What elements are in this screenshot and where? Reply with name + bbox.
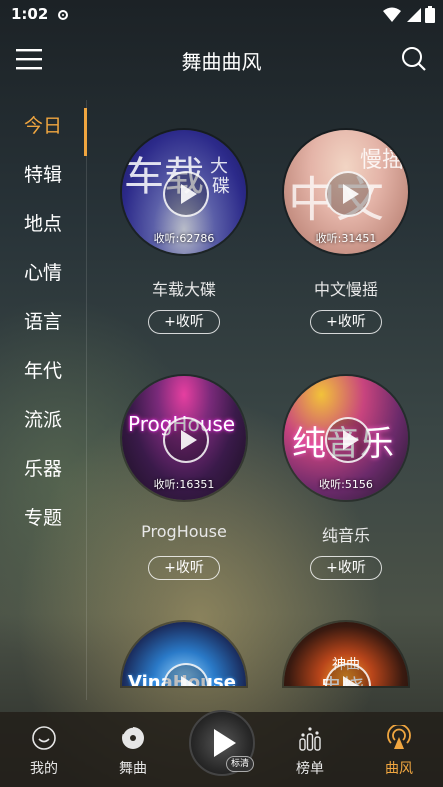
status-bar: 1:02 bbox=[0, 0, 443, 30]
sidebar-item-era[interactable]: 年代 bbox=[0, 351, 86, 391]
add-listen-button[interactable]: +收听 bbox=[148, 310, 220, 334]
quality-badge[interactable]: 标清 bbox=[226, 756, 254, 772]
disc-icon bbox=[122, 726, 144, 749]
status-icons bbox=[383, 6, 435, 23]
play-icon bbox=[163, 417, 209, 463]
playlist-cover[interactable]: 车载 大 碟 收听:62786 bbox=[120, 128, 248, 256]
nav-label: 榜单 bbox=[296, 761, 324, 777]
sidebar-item-label: 地点 bbox=[24, 213, 63, 235]
play-icon bbox=[163, 171, 209, 217]
playlist-cover[interactable]: VinaHouse bbox=[120, 620, 248, 688]
nav-item-styles[interactable]: 曲风 bbox=[359, 712, 439, 787]
sidebar-item-label: 专题 bbox=[24, 507, 63, 529]
category-sidebar: 今日 特辑 地点 心情 语言 年代 流派 乐器 专题 bbox=[0, 100, 87, 700]
listen-count: 收听:16351 bbox=[153, 478, 215, 491]
add-listen-button[interactable]: +收听 bbox=[310, 310, 382, 334]
nav-label: 舞曲 bbox=[119, 761, 147, 777]
sidebar-item-label: 今日 bbox=[24, 115, 63, 137]
chart-bars-icon bbox=[299, 727, 321, 751]
playlist-cover[interactable]: 中文 慢摇 收听:31451 bbox=[282, 128, 410, 256]
active-indicator bbox=[84, 108, 87, 156]
playlist-name: 纯音乐 bbox=[321, 526, 370, 545]
search-icon[interactable] bbox=[401, 46, 427, 72]
play-icon bbox=[325, 171, 371, 217]
playlist-name: ProgHouse bbox=[141, 522, 227, 541]
nav-item-mine[interactable]: 我的 bbox=[4, 712, 84, 787]
sidebar-item-special[interactable]: 特辑 bbox=[0, 155, 86, 195]
sidebar-item-label: 心情 bbox=[24, 262, 63, 284]
add-listen-button[interactable]: +收听 bbox=[148, 556, 220, 580]
sidebar-item-label: 特辑 bbox=[24, 164, 63, 186]
playlist-name: 中文慢摇 bbox=[313, 280, 378, 299]
cover-title: 慢摇 bbox=[360, 148, 405, 173]
sidebar-item-instrument[interactable]: 乐器 bbox=[0, 449, 86, 489]
signal-icon bbox=[407, 7, 421, 22]
add-listen-button[interactable]: +收听 bbox=[310, 556, 382, 580]
sidebar-item-label: 流派 bbox=[24, 409, 63, 431]
listen-count: 收听:31451 bbox=[315, 232, 377, 245]
playlist-name: 车载大碟 bbox=[151, 280, 216, 299]
playlist-cover[interactable]: 神曲 串烧 bbox=[282, 620, 410, 688]
smiley-icon bbox=[32, 726, 56, 750]
sidebar-item-mood[interactable]: 心情 bbox=[0, 253, 86, 293]
sidebar-item-genre[interactable]: 流派 bbox=[0, 400, 86, 440]
cover-title: 碟 bbox=[212, 176, 230, 197]
sidebar-item-today[interactable]: 今日 bbox=[0, 106, 87, 156]
battery-icon bbox=[425, 6, 435, 23]
sidebar-item-place[interactable]: 地点 bbox=[0, 204, 86, 244]
status-time: 1:02 bbox=[11, 5, 49, 23]
sidebar-item-label: 语言 bbox=[24, 311, 63, 333]
title-bar: 舞曲曲风 bbox=[0, 30, 443, 88]
play-icon bbox=[214, 729, 236, 757]
playlist-cover[interactable]: 纯音乐 收听:5156 bbox=[282, 374, 410, 502]
sidebar-item-label: 年代 bbox=[24, 360, 63, 382]
play-icon bbox=[325, 417, 371, 463]
listen-count: 收听:5156 bbox=[319, 478, 373, 491]
sidebar-item-topic[interactable]: 专题 bbox=[0, 498, 86, 538]
sidebar-item-language[interactable]: 语言 bbox=[0, 302, 86, 342]
nav-label: 我的 bbox=[30, 761, 58, 777]
nav-label: 曲风 bbox=[385, 761, 413, 777]
wifi-icon bbox=[383, 7, 401, 22]
notification-icon bbox=[58, 10, 68, 20]
nav-item-dance[interactable]: 舞曲 bbox=[93, 712, 173, 787]
listen-count: 收听:62786 bbox=[153, 232, 215, 245]
page-title: 舞曲曲风 bbox=[181, 50, 262, 74]
nav-item-charts[interactable]: 榜单 bbox=[270, 712, 350, 787]
playlist-cover[interactable]: ProgHouse 收听:16351 bbox=[120, 374, 248, 502]
sidebar-item-label: 乐器 bbox=[24, 458, 63, 480]
radio-wave-icon bbox=[387, 725, 411, 749]
